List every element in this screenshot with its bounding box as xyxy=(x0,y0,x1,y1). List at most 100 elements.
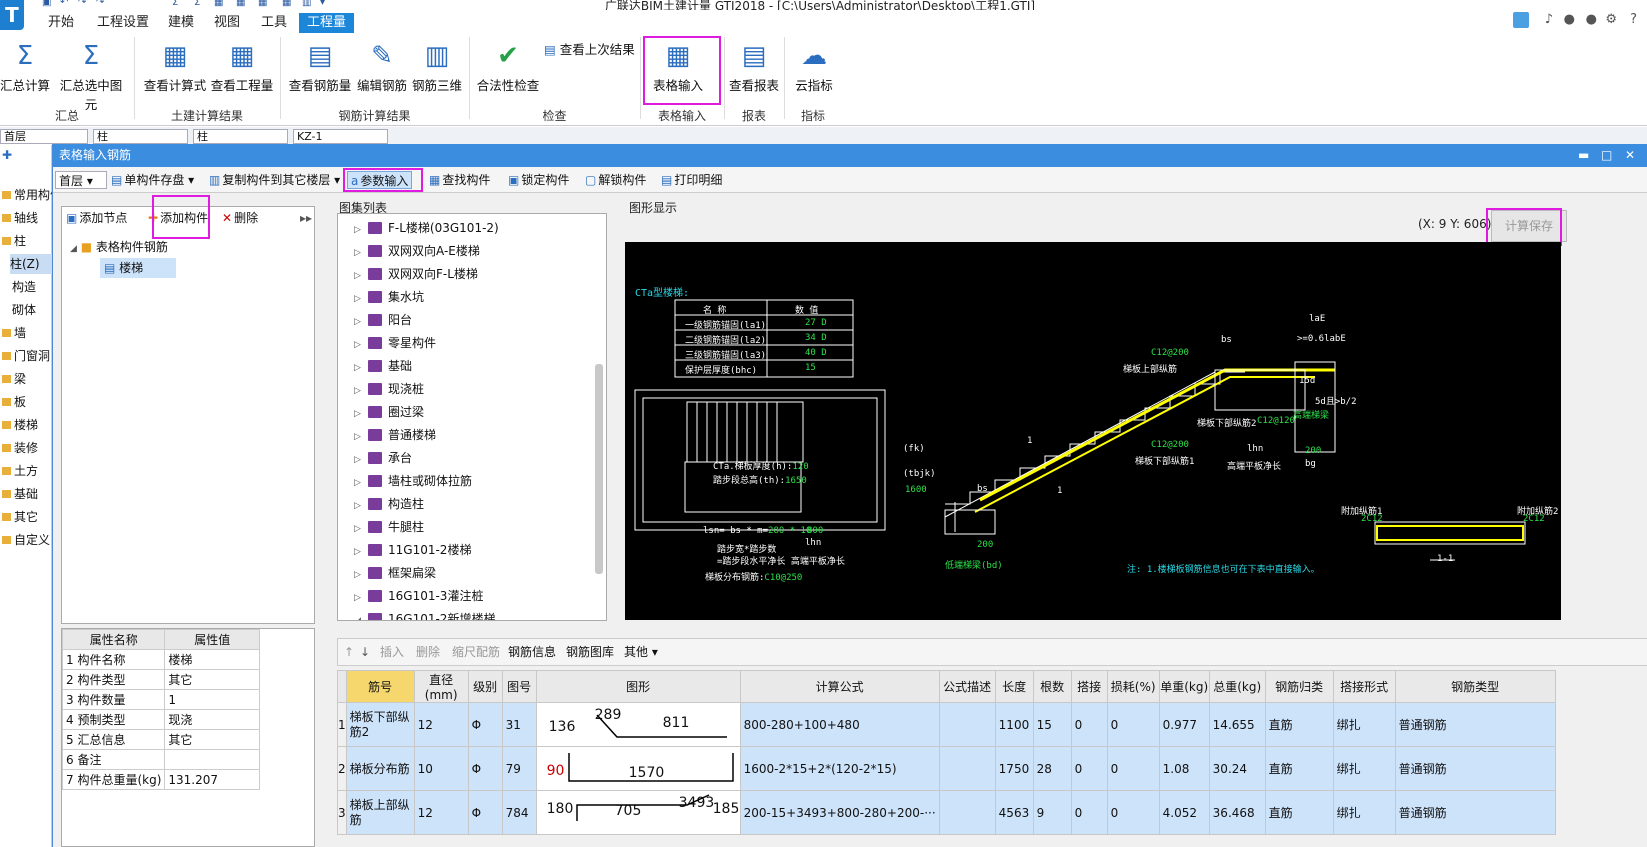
redo-more-icon[interactable]: ↷ xyxy=(96,0,106,8)
edit-rebar-button[interactable]: ✎ 编辑钢筋 xyxy=(355,37,409,94)
scale-rebar-button[interactable]: 缩尺配筋 xyxy=(452,643,500,661)
nav-item[interactable]: 装修 xyxy=(2,438,38,458)
prop-row[interactable]: 6 备注 xyxy=(61,749,260,770)
view-rebar-button[interactable]: ▤ 查看钢筋量 xyxy=(288,37,352,94)
other-menu[interactable]: 其他 ▾ xyxy=(624,643,658,661)
type-select-1[interactable]: 柱 xyxy=(93,129,188,144)
view-formula-button[interactable]: ▦ 查看计算式 xyxy=(143,37,207,94)
summary-calc-button[interactable]: Σ 汇总计算 xyxy=(0,37,50,94)
lock-component-button[interactable]: ▣ 锁定构件 xyxy=(508,171,569,189)
shape-cell[interactable]: 180 705 3493 185 xyxy=(535,790,741,835)
nav-item[interactable]: 土方 xyxy=(2,461,38,481)
find-component-button[interactable]: ▦ 查找构件 xyxy=(429,171,490,189)
down-icon[interactable]: ↓ xyxy=(360,643,370,661)
more-icon[interactable]: ▸▸ xyxy=(300,209,312,227)
nav-item[interactable]: 其它 xyxy=(2,507,38,527)
nav-pin-icon[interactable]: ✚ xyxy=(2,145,12,165)
grid-icon[interactable]: ▥ xyxy=(302,0,312,8)
nav-item[interactable]: 墙 xyxy=(2,323,26,343)
nav-item[interactable]: 梁 xyxy=(2,369,26,389)
calc-icon[interactable]: ▦ xyxy=(236,0,246,8)
menu-modeling[interactable]: 建模 xyxy=(160,13,202,33)
nav-item[interactable]: 自定义 xyxy=(2,530,50,550)
save-icon[interactable]: ▣ xyxy=(42,0,52,8)
nav-item[interactable]: 板 xyxy=(2,392,26,412)
atlas-item[interactable]: ▷ 普通楼梯 xyxy=(354,424,436,447)
dialog-floor-select[interactable]: 首层 ▾ xyxy=(55,171,107,189)
element-select[interactable]: KZ-1 xyxy=(293,129,388,144)
type-select-2[interactable]: 柱 xyxy=(193,129,288,144)
prop-row[interactable]: 1 构件名称 楼梯 xyxy=(61,649,260,670)
user-avatar-icon[interactable] xyxy=(1513,12,1529,28)
rebar-icon[interactable]: ▦ xyxy=(282,0,292,8)
table-row[interactable]: 2 梯板分布筋 10 Φ 79 90 1570 1600-2*15+2*(120… xyxy=(337,746,1556,791)
minimize-icon[interactable]: ▬ xyxy=(1578,144,1589,167)
prop-row[interactable]: 7 构件总重量(kg) 131.207 xyxy=(61,769,260,790)
menu-tools[interactable]: 工具 xyxy=(253,13,295,33)
grid-delete-button[interactable]: 删除 xyxy=(416,643,440,661)
nav-item[interactable]: 楼梯 xyxy=(2,415,38,435)
nav-item[interactable]: 基础 xyxy=(2,484,38,504)
nav-item[interactable]: 柱 xyxy=(2,231,26,251)
menu-start[interactable]: 开始 xyxy=(40,13,82,33)
nav-item[interactable]: 砌体 xyxy=(12,300,36,320)
atlas-item[interactable]: ◢ 16G101-2新增楼梯 xyxy=(354,608,495,620)
nav-item-selected[interactable]: 柱(Z) xyxy=(10,254,52,274)
atlas-item[interactable]: ▷ 牛腿柱 xyxy=(354,516,424,539)
prop-row[interactable]: 2 构件类型 其它 xyxy=(61,669,260,690)
up-icon[interactable]: ↑ xyxy=(344,643,354,661)
view-last-result-button[interactable]: ▤ 查看上次结果 xyxy=(544,39,635,58)
unlock-component-button[interactable]: ▢ 解锁构件 xyxy=(585,171,646,189)
copy-to-floor-button[interactable]: ▥ 复制构件到其它楼层 ▾ xyxy=(209,171,340,189)
atlas-item[interactable]: ▷ 构造柱 xyxy=(354,493,424,516)
app-logo[interactable]: T xyxy=(0,0,24,30)
chat2-icon[interactable]: ● xyxy=(1586,12,1597,27)
prop-row[interactable]: 5 汇总信息 其它 xyxy=(61,729,260,750)
atlas-item[interactable]: ▷ 零星构件 xyxy=(354,332,436,355)
menu-project-settings[interactable]: 工程设置 xyxy=(89,13,157,33)
view-icon[interactable]: ▦ xyxy=(214,0,224,8)
sum-sel-icon[interactable]: Σ xyxy=(194,0,204,8)
atlas-item[interactable]: ▷ 双网双向A-E楼梯 xyxy=(354,240,480,263)
atlas-item[interactable]: ▷ 双网双向F-L楼梯 xyxy=(354,263,478,286)
prop-row[interactable]: 3 构件数量 1 xyxy=(61,689,260,710)
shape-cell[interactable]: 136 289 811 xyxy=(535,702,741,747)
table-row[interactable]: 1 梯板下部纵筋2 12 Φ 31 136 289 811 800-280+10… xyxy=(337,702,1556,747)
validity-check-button[interactable]: ✔ 合法性检查 xyxy=(476,37,540,94)
save-component-button[interactable]: ▤ 单构件存盘 ▾ xyxy=(111,171,194,189)
delete-button[interactable]: ✕ 删除 xyxy=(222,209,258,227)
cloud-index-button[interactable]: ☁ 云指标 xyxy=(790,37,838,94)
atlas-item[interactable]: ▷ 16G101-3灌注桩 xyxy=(354,585,483,608)
atlas-item[interactable]: ▷ 基础 xyxy=(354,355,412,378)
atlas-item[interactable]: ▷ 墙柱或砌体拉筋 xyxy=(354,470,472,493)
tree-item-stair[interactable]: ▤ 楼梯 xyxy=(100,258,176,278)
print-detail-button[interactable]: ▤ 打印明细 xyxy=(661,171,722,189)
menu-quantity[interactable]: 工程量 xyxy=(299,13,355,33)
nav-item[interactable]: 构造 xyxy=(12,277,36,297)
redo-icon[interactable]: ↷ xyxy=(78,0,88,8)
summary-selected-button[interactable]: Σ 汇总选中图元 xyxy=(54,37,128,113)
graphics-canvas[interactable]: CTa型楼梯: 名 称 数 值 一级钢筋锚固(la1) 27 D 二级钢筋锚固(… xyxy=(625,242,1561,620)
help-icon[interactable]: ? xyxy=(1630,12,1637,27)
settings-icon[interactable]: ⚙ xyxy=(1605,12,1617,27)
atlas-item[interactable]: ▷ 框架扁梁 xyxy=(354,562,436,585)
table-icon[interactable]: ▦ xyxy=(258,0,268,8)
maximize-icon[interactable]: □ xyxy=(1601,144,1612,167)
add-node-button[interactable]: ▣ 添加节点 xyxy=(66,209,127,227)
rebar-3d-button[interactable]: ▥ 钢筋三维 xyxy=(410,37,464,94)
bell-icon[interactable]: ♪ xyxy=(1545,12,1553,27)
rebar-library-button[interactable]: 钢筋图库 xyxy=(566,643,614,661)
prop-row[interactable]: 4 预制类型 现浇 xyxy=(61,709,260,730)
rebar-info-button[interactable]: 钢筋信息 xyxy=(508,643,556,661)
atlas-item[interactable]: ▷ 承台 xyxy=(354,447,412,470)
view-quantity-button[interactable]: ▦ 查看工程量 xyxy=(210,37,274,94)
table-row[interactable]: 3 梯板上部纵筋 12 Φ 784 180 705 3493 185 200-1… xyxy=(337,790,1556,835)
qat-more-icon[interactable]: ▾ xyxy=(320,0,330,8)
shape-cell[interactable]: 90 1570 xyxy=(535,746,741,791)
atlas-item[interactable]: ▷ 11G101-2楼梯 xyxy=(354,539,471,562)
tree-root[interactable]: ◢ ■ 表格构件钢筋 xyxy=(70,238,168,255)
undo-icon[interactable]: ↶ xyxy=(60,0,70,8)
nav-item[interactable]: 门窗洞 xyxy=(2,346,50,366)
menu-view[interactable]: 视图 xyxy=(206,13,248,33)
insert-button[interactable]: 插入 xyxy=(380,643,404,661)
